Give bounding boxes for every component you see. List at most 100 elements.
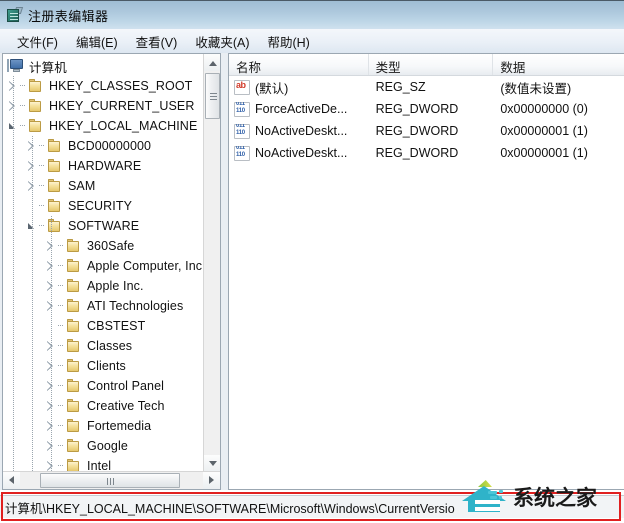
tree-item-label: Apple Inc. xyxy=(87,279,144,293)
tree-guide-line xyxy=(13,76,14,472)
folder-icon xyxy=(46,158,64,174)
tree-vertical-scrollbar[interactable] xyxy=(203,54,220,472)
registry-editor-window: 注册表编辑器 文件(F) 编辑(E) 查看(V) 收藏夹(A) 帮助(H) 计算… xyxy=(0,0,624,523)
tree-vscroll-thumb[interactable] xyxy=(205,73,220,119)
tree-item[interactable]: HKEY_LOCAL_MACHINE xyxy=(3,116,203,136)
menu-help[interactable]: 帮助(H) xyxy=(258,30,318,53)
menu-edit[interactable]: 编辑(E) xyxy=(67,30,127,53)
value-row[interactable]: NoActiveDeskt... REG_DWORD 0x00000001 (1) xyxy=(229,142,624,164)
value-data-cell: 0x00000000 (0) xyxy=(500,102,588,116)
registry-values-pane: 名称 类型 数据 (默认) REG_SZ (数值未设置) ForceActiveDe.… xyxy=(228,53,624,490)
tree-item-label: HKEY_LOCAL_MACHINE xyxy=(49,119,198,133)
menu-bar: 文件(F) 编辑(E) 查看(V) 收藏夹(A) 帮助(H) xyxy=(0,29,624,53)
tree-item[interactable]: HKEY_CLASSES_ROOT xyxy=(3,76,203,96)
folder-icon xyxy=(65,458,83,472)
watermark-text: 系统之家 xyxy=(513,486,597,510)
registry-tree-pane: 计算机 HKEY_CLASSES_ROOT HKEY_CURRENT_USER HKE… xyxy=(2,53,221,490)
tree-item[interactable]: Intel xyxy=(3,456,203,472)
tree-item[interactable]: Google xyxy=(3,436,203,456)
value-row[interactable]: ForceActiveDe... REG_DWORD 0x00000000 (0) xyxy=(229,98,624,120)
tree-item[interactable]: SOFTWARE xyxy=(3,216,203,236)
tree-item[interactable]: Apple Computer, Inc xyxy=(3,256,203,276)
registry-tree: 计算机 HKEY_CLASSES_ROOT HKEY_CURRENT_USER HKE… xyxy=(3,54,203,472)
column-type[interactable]: 类型 xyxy=(369,54,494,75)
tree-item[interactable]: SECURITY xyxy=(3,196,203,216)
house-logo-icon xyxy=(462,480,508,514)
tree-item-label: HKEY_CURRENT_USER xyxy=(49,99,195,113)
tree-item[interactable]: ATI Technologies xyxy=(3,296,203,316)
tree-item[interactable]: 360Safe xyxy=(3,236,203,256)
folder-icon xyxy=(27,118,45,134)
value-type-cell: REG_SZ xyxy=(375,80,426,94)
tree-item[interactable]: HARDWARE xyxy=(3,156,203,176)
tree-item-computer[interactable]: 计算机 xyxy=(3,56,203,76)
tree-item[interactable]: Classes xyxy=(3,336,203,356)
tree-item[interactable]: CBSTEST xyxy=(3,316,203,336)
swoosh-icon xyxy=(488,490,505,504)
tree-item-label: ATI Technologies xyxy=(87,299,184,313)
folder-icon xyxy=(65,398,83,414)
value-name-cell: NoActiveDeskt... xyxy=(229,145,369,161)
tree-horizontal-scrollbar[interactable] xyxy=(3,471,220,489)
column-name[interactable]: 名称 xyxy=(229,54,369,75)
value-row[interactable]: NoActiveDeskt... REG_DWORD 0x00000001 (1) xyxy=(229,120,624,142)
tree-item[interactable]: Apple Inc. xyxy=(3,276,203,296)
folder-icon xyxy=(65,438,83,454)
pane-splitter[interactable] xyxy=(221,53,228,490)
tree-connector xyxy=(39,176,46,196)
tree-item[interactable]: HKEY_CURRENT_USER xyxy=(3,96,203,116)
scroll-down-arrow-icon[interactable] xyxy=(204,455,220,472)
dword-value-icon xyxy=(234,101,250,117)
tree-item[interactable]: BCD00000000 xyxy=(3,136,203,156)
tree-item[interactable]: Creative Tech xyxy=(3,396,203,416)
tree-item[interactable]: Clients xyxy=(3,356,203,376)
dword-value-icon xyxy=(234,145,250,161)
tree-item[interactable]: Fortemedia xyxy=(3,416,203,436)
tree-connector xyxy=(58,416,65,436)
tree-item-label: Clients xyxy=(87,359,126,373)
tree-hscroll-thumb[interactable] xyxy=(40,473,180,488)
menu-view[interactable]: 查看(V) xyxy=(127,30,187,53)
tree-connector xyxy=(58,316,65,336)
tree-item-label: Apple Computer, Inc xyxy=(87,259,203,273)
value-name-text: NoActiveDeskt... xyxy=(255,146,348,160)
tree-item-label: HARDWARE xyxy=(68,159,142,173)
tree-item-label: 360Safe xyxy=(87,239,135,253)
value-type-cell: REG_DWORD xyxy=(375,124,459,138)
tree-item-label: SECURITY xyxy=(68,199,133,213)
window-title: 注册表编辑器 xyxy=(28,8,109,24)
tree-item[interactable]: Control Panel xyxy=(3,376,203,396)
registry-editor-icon xyxy=(6,6,24,24)
tree-item-label: Fortemedia xyxy=(87,419,152,433)
scroll-left-arrow-icon[interactable] xyxy=(3,472,20,489)
value-name-cell: (默认) xyxy=(229,78,369,97)
menu-file[interactable]: 文件(F) xyxy=(8,30,67,53)
value-row[interactable]: (默认) REG_SZ (数值未设置) xyxy=(229,76,624,98)
menu-favorites[interactable]: 收藏夹(A) xyxy=(186,30,258,53)
scroll-up-arrow-icon[interactable] xyxy=(204,54,220,71)
tree-connector xyxy=(58,336,65,356)
column-data[interactable]: 数据 xyxy=(493,54,624,75)
tree-item-label: SAM xyxy=(68,179,96,193)
value-name-text: ForceActiveDe... xyxy=(255,102,348,116)
folder-icon xyxy=(65,418,83,434)
watermark: 系统之家 xyxy=(462,477,620,517)
tree-connector xyxy=(58,256,65,276)
folder-icon xyxy=(65,238,83,254)
folder-icon xyxy=(46,178,64,194)
tree-item-label: Control Panel xyxy=(87,379,165,393)
folder-icon xyxy=(65,298,83,314)
tree-scroll-area: 计算机 HKEY_CLASSES_ROOT HKEY_CURRENT_USER HKE… xyxy=(3,54,203,472)
tree-connector xyxy=(20,116,27,136)
scroll-right-arrow-icon[interactable] xyxy=(203,472,220,489)
value-data-cell: 0x00000001 (1) xyxy=(500,124,588,138)
folder-icon xyxy=(65,318,83,334)
tree-connector xyxy=(20,96,27,116)
tree-connector xyxy=(58,296,65,316)
client-area: 计算机 HKEY_CLASSES_ROOT HKEY_CURRENT_USER HKE… xyxy=(0,53,624,490)
folder-icon xyxy=(65,338,83,354)
string-value-icon xyxy=(234,79,250,95)
computer-icon xyxy=(7,58,25,74)
tree-item[interactable]: SAM xyxy=(3,176,203,196)
tree-connector xyxy=(58,456,65,472)
